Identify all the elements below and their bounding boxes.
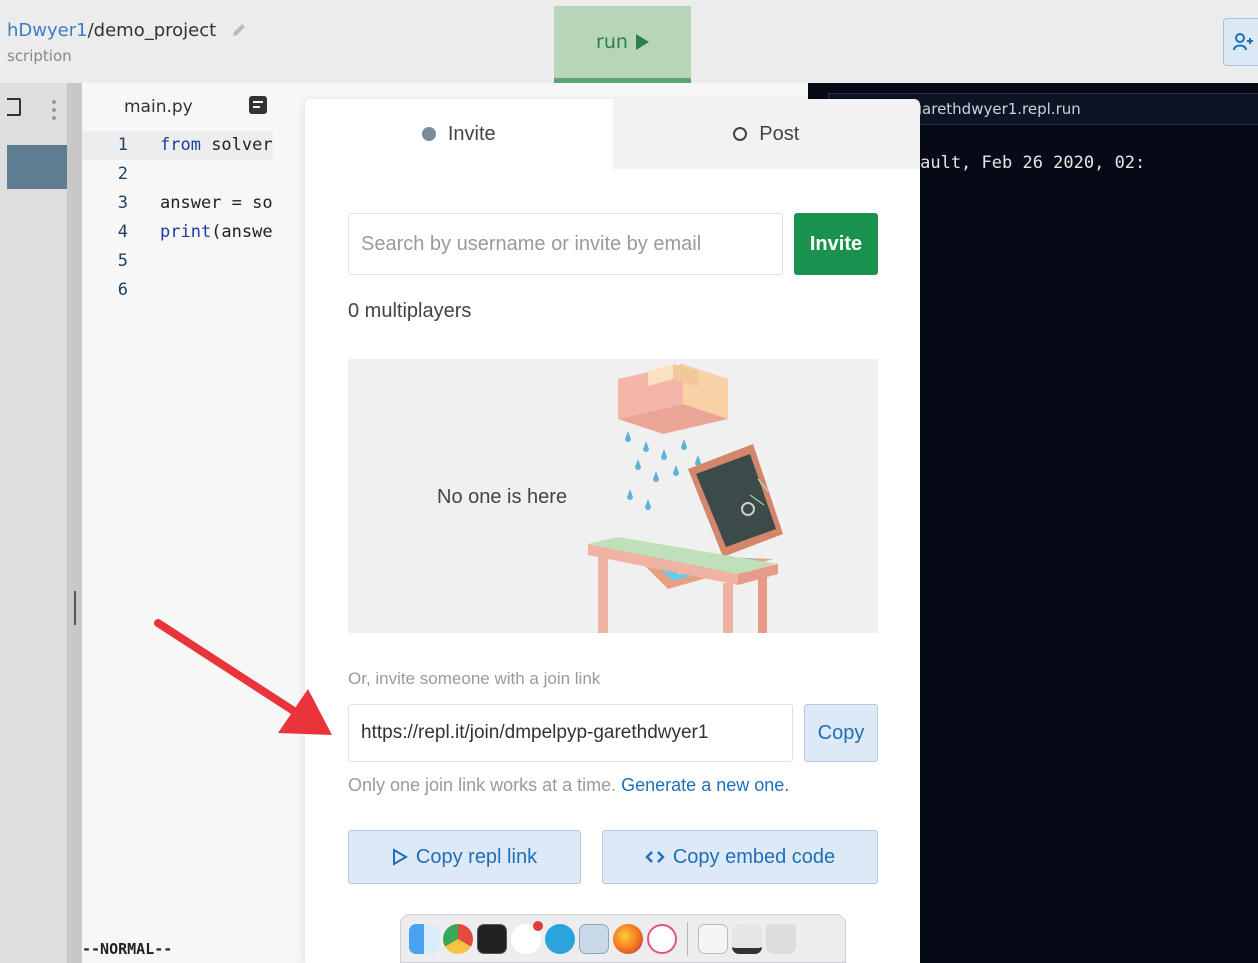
annotation-arrow [154,619,332,735]
code-text[interactable]: print(answe [142,218,273,247]
code-line[interactable]: 2 [82,160,273,189]
join-link-label: Or, invite someone with a join link [348,669,601,688]
code-token: answer = so [160,193,273,213]
radio-unselected-icon [733,127,748,141]
tab-post[interactable]: Post [612,99,920,169]
tab-post-label: Post [759,122,800,145]
line-number: 4 [117,222,128,242]
project-description[interactable]: scription [7,47,72,65]
macos-dock [400,914,846,963]
code-line[interactable]: 5 [82,247,273,276]
preview-icon[interactable] [579,923,609,954]
code-token: solver [200,135,273,155]
code-text[interactable] [142,247,160,276]
code-line[interactable]: 1 from solver [82,131,273,160]
join-note-text: Only one join link works at a time. [348,775,617,795]
rain-laptop-illustration [588,364,783,633]
code-line[interactable]: 6 [82,276,273,305]
code-text[interactable] [142,276,160,305]
copy-embed-code-label: Copy embed code [672,845,836,868]
finder-icon[interactable] [409,923,439,954]
more-options-icon[interactable] [52,100,56,124]
keyword-token: from [160,135,201,155]
invite-modal: Invite Post Invite 0 multiplayers No one… [305,99,920,963]
code-text[interactable]: answer = so [142,189,273,218]
project-name[interactable]: demo_project [94,20,217,41]
empty-state: No one is here [348,359,878,633]
vim-mode-indicator: --NORMAL-- [82,940,173,958]
itunes-icon[interactable] [647,923,677,954]
empty-state-text: No one is here [437,486,568,508]
join-link-field[interactable] [348,704,793,762]
line-number: 1 [117,135,128,155]
line-number: 6 [117,280,128,300]
sidebar-scrollbar[interactable] [67,83,82,963]
telegram-icon[interactable] [545,923,575,954]
project-owner[interactable]: hDwyer1 [7,20,88,41]
generate-new-link[interactable]: Generate a new one. [621,775,789,795]
search-input[interactable] [348,213,783,275]
radio-selected-icon [421,127,436,141]
dock-separator [687,921,688,956]
slack-icon[interactable] [511,920,543,954]
invite-search-row: Invite [348,213,878,275]
play-outline-icon [392,848,408,866]
function-token: print [160,222,212,242]
terminal-icon[interactable] [477,923,507,954]
run-label: run [596,31,628,53]
copy-repl-link-label: Copy repl link [415,845,538,868]
document-icon[interactable] [698,923,728,954]
chrome-icon[interactable] [443,923,473,954]
line-number: 5 [117,251,128,271]
trash-icon[interactable] [766,923,796,954]
file-menu-icon[interactable] [249,96,267,114]
code-text[interactable] [142,160,160,189]
tab-invite[interactable]: Invite [305,99,613,169]
files-icon[interactable] [7,98,21,116]
firefox-icon[interactable] [613,923,643,954]
play-icon [635,34,649,50]
code-line[interactable]: 4 print(answe [82,218,273,247]
panel-resize-handle[interactable] [74,591,76,625]
selected-file-item[interactable] [7,145,67,189]
pencil-icon[interactable] [230,21,248,39]
line-number: 3 [117,193,128,213]
run-button[interactable]: run [554,6,691,83]
code-line[interactable]: 3 answer = so [82,189,273,218]
join-link-note: Only one join link works at a time. Gene… [348,775,789,796]
copy-embed-code-button[interactable]: Copy embed code [602,830,878,884]
editor-tab-main[interactable]: main.py [124,97,193,117]
code-brackets-icon [645,851,665,863]
tab-invite-label: Invite [447,122,496,145]
code-token: (answe [211,222,273,242]
multiplayer-count: 0 multiplayers [348,300,472,322]
top-bar: hDwyer1/demo_project scription run [0,0,1258,83]
invite-user-button[interactable] [1223,18,1258,66]
screen-icon[interactable] [732,923,762,954]
project-title[interactable]: hDwyer1/demo_project [7,20,248,41]
copy-repl-link-button[interactable]: Copy repl link [348,830,581,884]
code-lines[interactable]: 1 from solver 2 3 answer = so 4 print(answe 5 6 [82,131,273,305]
add-user-icon [1233,33,1253,51]
invite-button[interactable]: Invite [794,213,878,275]
file-sidebar [0,83,82,963]
copy-join-link-button[interactable]: Copy [804,704,878,762]
line-number: 2 [117,164,128,184]
code-text[interactable]: from solver [142,131,273,160]
modal-tabs: Invite Post [305,99,920,169]
